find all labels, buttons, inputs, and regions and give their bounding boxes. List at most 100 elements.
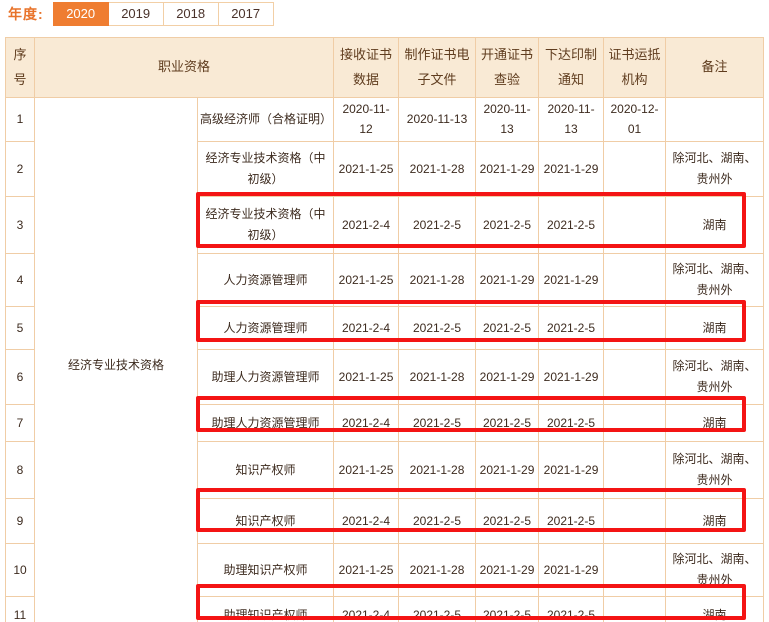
cell-index: 2: [6, 141, 35, 196]
header-make-efile: 制作证书电子文件: [399, 38, 476, 98]
header-remark: 备注: [666, 38, 764, 98]
cell-index: 11: [6, 596, 35, 622]
cell-remark: 除河北、湖南、贵州外: [666, 441, 764, 498]
cell-index: 10: [6, 543, 35, 596]
year-tab-2017[interactable]: 2017: [219, 2, 274, 26]
cell-open: 2021-2-5: [476, 404, 539, 441]
cell-receive: 2021-1-25: [334, 141, 399, 196]
cell-make: 2021-1-28: [399, 543, 476, 596]
header-qualification: 职业资格: [35, 38, 334, 98]
cell-notice: 2021-2-5: [539, 596, 604, 622]
header-receive-data: 接收证书数据: [334, 38, 399, 98]
cell-make: 2021-2-5: [399, 498, 476, 543]
page: 年度: 2020 2019 2018 2017 序号 职业资格 接收证书数据 制…: [0, 0, 769, 622]
cell-receive: 2020-11-12: [334, 98, 399, 142]
cell-receive: 2021-2-4: [334, 404, 399, 441]
cell-notice: 2021-1-29: [539, 253, 604, 306]
cell-category: 经济专业技术资格: [35, 98, 198, 622]
cell-make: 2021-1-28: [399, 441, 476, 498]
cell-arrive: [604, 441, 666, 498]
cell-make: 2020-11-13: [399, 98, 476, 142]
cell-open: 2021-2-5: [476, 306, 539, 349]
cell-make: 2021-1-28: [399, 253, 476, 306]
header-open-check: 开通证书查验: [476, 38, 539, 98]
cell-receive: 2021-1-25: [334, 441, 399, 498]
cell-remark: 湖南: [666, 404, 764, 441]
cell-name: 经济专业技术资格（中初级）: [198, 196, 334, 253]
cell-open: 2021-1-29: [476, 543, 539, 596]
cell-arrive: 2020-12-01: [604, 98, 666, 142]
header-arrive-org: 证书运抵机构: [604, 38, 666, 98]
cell-notice: 2021-2-5: [539, 306, 604, 349]
cell-arrive: [604, 349, 666, 404]
cell-notice: 2021-1-29: [539, 141, 604, 196]
cell-notice: 2021-2-5: [539, 404, 604, 441]
table-row: 1 经济专业技术资格 高级经济师（合格证明） 2020-11-12 2020-1…: [6, 98, 764, 142]
cell-remark: 除河北、湖南、贵州外: [666, 141, 764, 196]
cell-open: 2021-2-5: [476, 196, 539, 253]
cell-notice: 2021-2-5: [539, 196, 604, 253]
cell-receive: 2021-1-25: [334, 543, 399, 596]
cell-arrive: [604, 543, 666, 596]
cell-open: 2021-1-29: [476, 141, 539, 196]
cell-name: 助理知识产权师: [198, 596, 334, 622]
cell-remark: 除河北、湖南、贵州外: [666, 543, 764, 596]
cell-make: 2021-2-5: [399, 596, 476, 622]
header-print-notice: 下达印制通知: [539, 38, 604, 98]
cell-open: 2020-11-13: [476, 98, 539, 142]
cell-index: 9: [6, 498, 35, 543]
cell-name: 人力资源管理师: [198, 306, 334, 349]
cell-remark: 湖南: [666, 196, 764, 253]
cell-name: 助理人力资源管理师: [198, 404, 334, 441]
cell-make: 2021-2-5: [399, 404, 476, 441]
cell-receive: 2021-2-4: [334, 498, 399, 543]
header-index: 序号: [6, 38, 35, 98]
cell-remark: [666, 98, 764, 142]
cell-name: 助理知识产权师: [198, 543, 334, 596]
cell-index: 4: [6, 253, 35, 306]
cell-index: 8: [6, 441, 35, 498]
cell-open: 2021-2-5: [476, 498, 539, 543]
cell-arrive: [604, 404, 666, 441]
cell-remark: 除河北、湖南、贵州外: [666, 349, 764, 404]
cell-index: 7: [6, 404, 35, 441]
cell-make: 2021-1-28: [399, 349, 476, 404]
cell-open: 2021-2-5: [476, 596, 539, 622]
cell-receive: 2021-2-4: [334, 306, 399, 349]
cell-notice: 2020-11-13: [539, 98, 604, 142]
cell-notice: 2021-1-29: [539, 349, 604, 404]
cell-open: 2021-1-29: [476, 441, 539, 498]
cell-remark: 湖南: [666, 306, 764, 349]
year-tab-2019[interactable]: 2019: [109, 2, 164, 26]
year-tab-2018[interactable]: 2018: [164, 2, 219, 26]
cell-index: 6: [6, 349, 35, 404]
year-tabs: 2020 2019 2018 2017: [53, 2, 274, 26]
cell-remark: 湖南: [666, 596, 764, 622]
cell-arrive: [604, 596, 666, 622]
cell-arrive: [604, 196, 666, 253]
table-header-row: 序号 职业资格 接收证书数据 制作证书电子文件 开通证书查验 下达印制通知 证书…: [6, 38, 764, 98]
cell-arrive: [604, 253, 666, 306]
cell-name: 高级经济师（合格证明）: [198, 98, 334, 142]
cell-remark: 除河北、湖南、贵州外: [666, 253, 764, 306]
cell-make: 2021-2-5: [399, 306, 476, 349]
year-selector-bar: 年度: 2020 2019 2018 2017: [8, 2, 274, 26]
cell-arrive: [604, 306, 666, 349]
cell-notice: 2021-1-29: [539, 543, 604, 596]
cell-index: 5: [6, 306, 35, 349]
cell-make: 2021-2-5: [399, 196, 476, 253]
cell-receive: 2021-2-4: [334, 196, 399, 253]
cell-index: 3: [6, 196, 35, 253]
cell-name: 人力资源管理师: [198, 253, 334, 306]
cell-name: 知识产权师: [198, 441, 334, 498]
cell-receive: 2021-1-25: [334, 349, 399, 404]
year-tab-2020[interactable]: 2020: [53, 2, 109, 26]
cell-open: 2021-1-29: [476, 349, 539, 404]
year-label: 年度:: [8, 2, 44, 26]
cell-notice: 2021-2-5: [539, 498, 604, 543]
cell-arrive: [604, 498, 666, 543]
cell-name: 经济专业技术资格（中初级）: [198, 141, 334, 196]
cell-name: 知识产权师: [198, 498, 334, 543]
certificate-progress-table: 序号 职业资格 接收证书数据 制作证书电子文件 开通证书查验 下达印制通知 证书…: [5, 37, 764, 622]
cell-receive: 2021-2-4: [334, 596, 399, 622]
